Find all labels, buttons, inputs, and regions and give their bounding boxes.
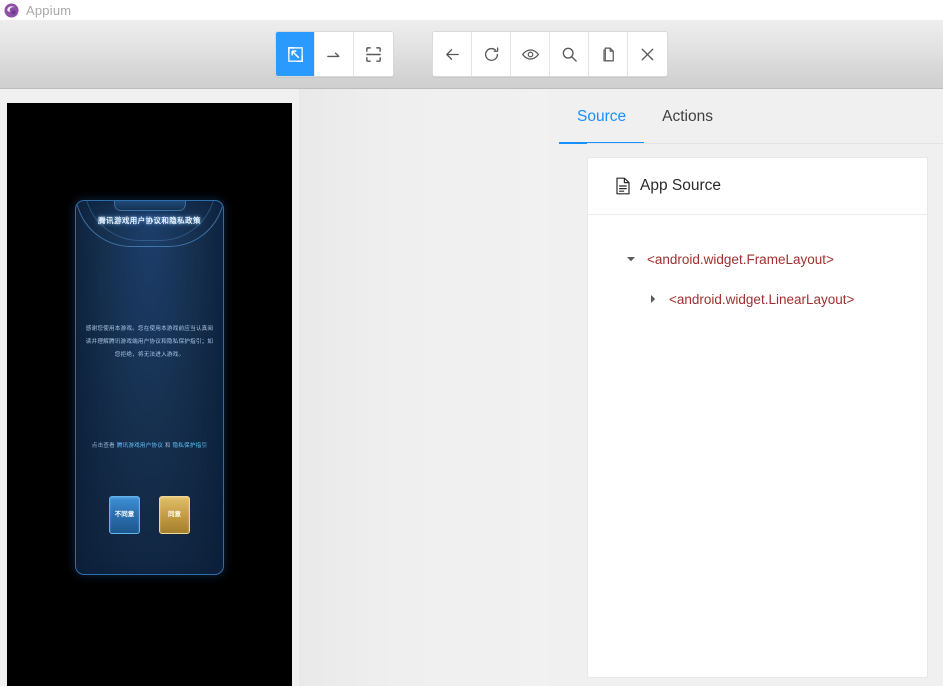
main-toolbar xyxy=(0,20,943,89)
refresh-icon xyxy=(482,45,501,64)
appium-logo-icon xyxy=(4,3,19,18)
session-actions-group xyxy=(432,31,668,77)
copy-icon xyxy=(599,45,618,64)
close-x-icon xyxy=(638,45,657,64)
app-source-title: App Source xyxy=(640,177,721,194)
banner-notch xyxy=(113,201,186,211)
tab-actions-label: Actions xyxy=(662,107,713,125)
quit-session-button[interactable] xyxy=(628,32,667,76)
tab-actions[interactable]: Actions xyxy=(644,89,731,144)
dialog-title: 腾讯游戏用户协议和隐私政策 xyxy=(98,216,201,225)
search-icon xyxy=(560,45,579,64)
app-source-card: App Source <android.widget.FrameLayout> … xyxy=(587,157,928,678)
inspector-pane: Source Actions App Source <android.widge… xyxy=(549,89,943,686)
tree-node-label: <android.widget.FrameLayout> xyxy=(647,251,834,267)
window-title-label: Appium xyxy=(26,2,72,18)
tree-node-linearlayout[interactable]: <android.widget.LinearLayout> xyxy=(588,279,927,319)
refresh-source-button[interactable] xyxy=(472,32,511,76)
eye-icon xyxy=(521,45,540,64)
link-separator-label: 和 xyxy=(164,443,171,449)
swipe-arrow-icon xyxy=(325,45,344,64)
dialog-link-line: 点击查看 腾讯游戏用户协议 和 隐私保护指引 xyxy=(82,441,217,449)
tap-mode-button[interactable] xyxy=(354,32,393,76)
chevron-down-icon[interactable] xyxy=(621,254,641,264)
tab-source-label: Source xyxy=(577,107,627,125)
swipe-mode-button[interactable] xyxy=(315,32,354,76)
tree-node-framelayout[interactable]: <android.widget.FrameLayout> xyxy=(588,239,927,279)
tab-source[interactable]: Source xyxy=(559,89,645,144)
arrow-left-icon xyxy=(443,45,462,64)
tabs-bottom-border xyxy=(587,143,943,144)
dialog-body-text: 感谢您使用本游戏。您在使用本游戏前应当认真阅读并理解腾讯游戏端用户协议和隐私保护… xyxy=(85,326,214,358)
back-button[interactable] xyxy=(433,32,472,76)
tap-crosshair-icon xyxy=(364,45,383,64)
main-content-area: 腾讯游戏用户协议和隐私政策 感谢您使用本游戏。您在使用本游戏前应当认真阅读并理解… xyxy=(0,89,943,686)
chevron-right-icon[interactable] xyxy=(643,294,663,304)
search-element-button[interactable] xyxy=(550,32,589,76)
dialog-button-row: 不同意 同意 xyxy=(76,496,223,534)
cursor-select-icon xyxy=(286,45,305,64)
screenshot-pane: 腾讯游戏用户协议和隐私政策 感谢您使用本游戏。您在使用本游戏前应当认真阅读并理解… xyxy=(0,89,299,686)
app-source-card-header: App Source xyxy=(588,158,927,214)
document-icon xyxy=(615,177,631,195)
dialog-confirm-button[interactable]: 同意 xyxy=(159,496,190,534)
toggle-highlight-button[interactable] xyxy=(511,32,550,76)
dialog-banner-decoration xyxy=(76,201,223,259)
link-prefix-label: 点击查看 xyxy=(91,443,115,449)
tree-node-label: <android.widget.LinearLayout> xyxy=(669,291,855,307)
dialog-cancel-button[interactable]: 不同意 xyxy=(109,496,140,534)
app-agreement-dialog: 腾讯游戏用户协议和隐私政策 感谢您使用本游戏。您在使用本游戏前应当认真阅读并理解… xyxy=(75,200,224,575)
select-element-mode-button[interactable] xyxy=(276,32,315,76)
inspector-tabs: Source Actions xyxy=(559,89,943,144)
device-screenshot[interactable]: 腾讯游戏用户协议和隐私政策 感谢您使用本游戏。您在使用本游戏前应当认真阅读并理解… xyxy=(7,103,292,686)
copy-source-button[interactable] xyxy=(589,32,628,76)
window-title-bar: Appium xyxy=(0,0,943,20)
user-agreement-link[interactable]: 腾讯游戏用户协议 xyxy=(117,443,163,449)
interaction-mode-group xyxy=(275,31,394,77)
privacy-policy-link[interactable]: 隐私保护指引 xyxy=(172,443,207,449)
source-tree: <android.widget.FrameLayout> <android.wi… xyxy=(588,215,927,319)
panel-divider-spacer xyxy=(299,89,549,686)
